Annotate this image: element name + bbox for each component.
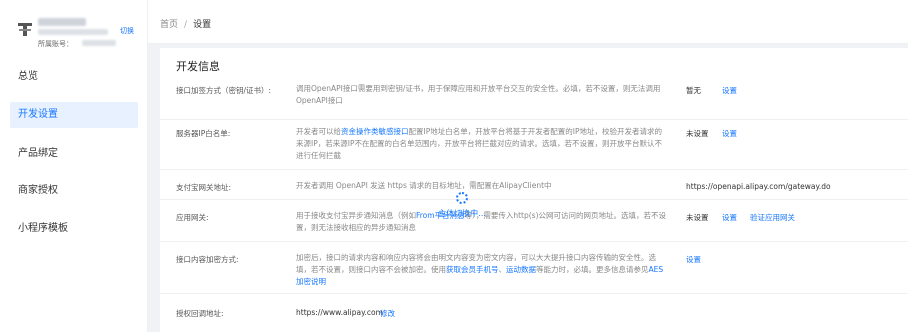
- row-gateway-address: 支付宝网关地址: 开发者调用 OpenAPI 发送 https 请求的目标地址，…: [160, 170, 908, 200]
- breadcrumb-separator: /: [184, 20, 188, 30]
- set-app-gateway-button[interactable]: 设置: [722, 212, 737, 223]
- breadcrumb: 首页 / 设置: [160, 17, 211, 30]
- nav-item-dev-settings[interactable]: 开发设置: [10, 102, 138, 128]
- sensitive-api-link[interactable]: 资金操作类敏感接口: [341, 127, 409, 136]
- nav-item-miniapp-template[interactable]: 小程序模板: [10, 216, 138, 242]
- gateway-url: https://openapi.alipay.com/gateway.do: [686, 182, 831, 191]
- set-encryption-button[interactable]: 设置: [686, 254, 701, 265]
- sport-data-link[interactable]: 运动数据: [506, 265, 536, 274]
- row-label: 接口内容加密方式:: [176, 255, 239, 264]
- account-id: [38, 29, 108, 35]
- callback-url: https://www.alipay.com: [296, 308, 383, 317]
- set-ip-whitelist-button[interactable]: 设置: [722, 128, 737, 139]
- sidebar: 切换 所属账号： 总览 开发设置 产品绑定 商家授权 小程序模板: [0, 0, 148, 332]
- row-description: 调用OpenAPI接口需要用到密钥/证书，用于保障应用和开放平台交互的安全性。必…: [296, 84, 661, 105]
- nav-item-merchant-auth[interactable]: 商家授权: [10, 178, 138, 204]
- row-label: 接口加签方式（密钥/证书）:: [176, 86, 272, 95]
- edit-callback-button[interactable]: 修改: [380, 308, 395, 319]
- row-status: 未设置: [686, 213, 709, 222]
- dev-info-panel: 开发信息 接口加签方式（密钥/证书）: 调用OpenAPI接口需要用到密钥/证书…: [160, 48, 908, 332]
- row-label: 应用网关:: [176, 213, 209, 222]
- verify-app-gateway-button[interactable]: 验证应用网关: [750, 212, 795, 223]
- member-phone-link[interactable]: 获取会员手机号: [446, 265, 499, 274]
- row-signing-method: 接口加签方式（密钥/证书）: 调用OpenAPI接口需要用到密钥/证书，用于保障…: [160, 76, 908, 120]
- section-title: 开发信息: [176, 60, 220, 73]
- account-value: [82, 40, 116, 46]
- switch-account-link[interactable]: 切换: [120, 26, 134, 36]
- row-status: 未设置: [686, 129, 709, 138]
- row-auth-callback: 授权回调地址: https://www.alipay.com 修改: [160, 294, 908, 330]
- set-signing-button[interactable]: 设置: [722, 85, 737, 96]
- merchant-logo-icon: [18, 23, 32, 36]
- row-description: 开发者可以给资金操作类敏感接口配置IP地址白名单，开放平台将基于开发者配置的IP…: [296, 127, 662, 160]
- row-app-gateway: 应用网关: 用于接收支付宝异步通知消息（例如From平台消息等），需要传入htt…: [160, 200, 908, 242]
- row-label: 授权回调地址:: [176, 309, 224, 318]
- row-ip-whitelist: 服务器IP白名单: 开发者可以给资金操作类敏感接口配置IP地址白名单，开放平台将…: [160, 120, 908, 170]
- nav-item-overview[interactable]: 总览: [10, 64, 138, 90]
- account-card: 切换 所属账号：: [16, 14, 142, 54]
- breadcrumb-current: 设置: [193, 20, 212, 30]
- page-header: 首页 / 设置: [148, 0, 908, 44]
- row-label: 支付宝网关地址:: [176, 183, 232, 192]
- loading-text: 主体切换中...: [438, 209, 486, 218]
- row-description: 开发者调用 OpenAPI 发送 https 请求的目标地址，需配置在Alipa…: [296, 181, 552, 190]
- row-label: 服务器IP白名单:: [176, 129, 231, 138]
- account-name: [38, 18, 86, 26]
- account-label: 所属账号：: [38, 40, 73, 48]
- row-content-encryption: 接口内容加密方式: 加密后，接口的请求内容和响应内容将会由明文内容变为密文内容，…: [160, 242, 908, 294]
- loading-spinner-icon: [456, 192, 468, 204]
- row-description: 加密后，接口的请求内容和响应内容将会由明文内容变为密文内容，可以大大提升接口内容…: [296, 253, 664, 286]
- loading-overlay: 主体切换中...: [432, 192, 492, 232]
- row-status: 暂无: [686, 86, 701, 95]
- breadcrumb-home[interactable]: 首页: [160, 20, 178, 30]
- nav-item-product-binding[interactable]: 产品绑定: [10, 141, 138, 167]
